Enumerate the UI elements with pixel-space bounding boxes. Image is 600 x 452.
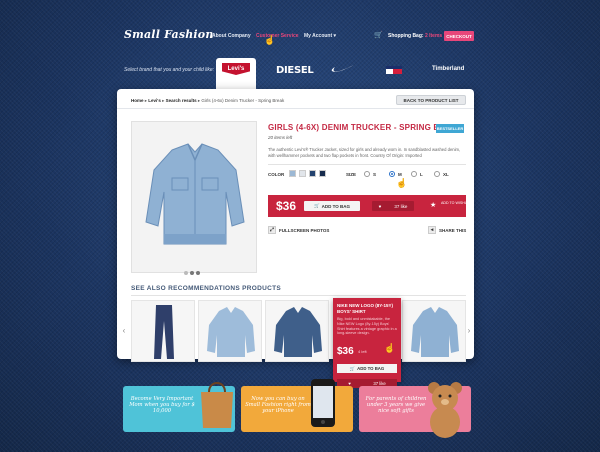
color-swatch-navy[interactable] — [319, 170, 326, 177]
popup-stock: 4 left — [358, 349, 367, 354]
product-price: $36 — [276, 199, 297, 213]
cart-label: Shopping Bag: — [388, 33, 424, 39]
popup-add-to-bag-button[interactable]: 🛒 ADD TO BAG — [337, 364, 397, 373]
add-to-wishlist[interactable]: ADD TO WISHLIST — [441, 201, 472, 205]
promo-text: Become Very Important Mom when you buy f… — [129, 396, 195, 414]
breadcrumb-results[interactable]: Search results — [166, 98, 197, 103]
teddy-bear-icon — [428, 382, 462, 438]
breadcrumb-home[interactable]: Home — [131, 98, 144, 103]
share-icon: ◂ — [428, 226, 436, 234]
color-swatch-blue[interactable] — [309, 170, 316, 177]
brand-diesel[interactable]: DIESEL — [276, 65, 314, 76]
nav-my-account-label: My Account — [304, 33, 333, 39]
jacket-image — [411, 307, 459, 357]
color-label: COLOR — [268, 172, 285, 177]
breadcrumb-current: Girls (4-6x) Denim Trucker - Spring Brea… — [201, 98, 285, 103]
divider — [131, 295, 466, 296]
jacket-image — [274, 307, 322, 357]
carousel-prev-icon[interactable]: ‹ — [120, 324, 128, 336]
shopping-bag-status[interactable]: Shopping Bag: 2 Items — [388, 33, 442, 39]
buy-bar — [268, 195, 466, 217]
size-radio-xl[interactable] — [434, 171, 440, 177]
like-count: 37 like — [394, 203, 408, 209]
bag-icon: 🛒 — [349, 365, 356, 371]
size-radio-l[interactable] — [411, 171, 417, 177]
nav-my-account[interactable]: My Account ▾ — [304, 33, 336, 39]
product-title: GIRLS (4-6X) DENIM TRUCKER - SPRING BREA… — [268, 123, 463, 132]
product-description: The authentic Levi's® Trucker Jacket, si… — [268, 147, 461, 158]
pager-dot-active[interactable] — [190, 271, 194, 275]
brand-prompt: Select brand that you and your child lik… — [124, 67, 215, 73]
color-swatch-light-blue[interactable] — [289, 170, 296, 177]
promo-text: For parents of children under 3 years we… — [365, 396, 427, 414]
popup-price: $36 — [337, 346, 354, 357]
iphone-icon — [311, 379, 335, 427]
fullscreen-label: FULLSCREEN PHOTOS — [279, 227, 330, 233]
recommendation-item[interactable] — [198, 300, 262, 362]
share-button[interactable]: ◂ SHARE THIS — [428, 226, 466, 234]
chevron-down-icon: ▾ — [333, 33, 337, 39]
recommendation-item[interactable] — [131, 300, 195, 362]
heart-icon: ♥ — [378, 203, 382, 209]
stock-count: 20 items left — [268, 135, 293, 140]
promo-text: Now you can buy on Small Fashion right f… — [245, 396, 311, 414]
color-swatch-white[interactable] — [299, 170, 306, 177]
hand-cursor-icon: ☝ — [264, 35, 276, 45]
hand-cursor-icon: ☝ — [384, 343, 396, 353]
cart-count: 2 Items — [424, 33, 443, 39]
brand-timberland[interactable]: Timberland — [432, 66, 464, 72]
star-icon[interactable]: ★ — [430, 201, 436, 209]
like-button[interactable]: ♥ 37 like — [372, 201, 414, 211]
bestseller-badge: BESTSELLER — [436, 124, 464, 133]
add-to-bag-button[interactable]: 🛒 ADD TO BAG — [304, 201, 360, 211]
jeans-image — [154, 305, 174, 359]
site-logo[interactable]: Small Fashion — [124, 28, 214, 41]
recommendations-title: SEE ALSO RECOMMENDATIONS PRODUCTS — [131, 285, 282, 292]
fullscreen-photos-button[interactable]: ⤢ FULLSCREEN PHOTOS — [268, 226, 329, 234]
add-to-bag-label: ADD TO BAG — [321, 203, 351, 209]
promo-iphone[interactable]: Now you can buy on Small Fashion right f… — [241, 386, 353, 432]
shopping-bag-icon — [201, 382, 233, 428]
pager-dot[interactable] — [184, 271, 188, 275]
cart-icon[interactable]: 🛒 — [374, 31, 383, 39]
pager-dot[interactable] — [196, 271, 200, 275]
share-label: SHARE THIS — [439, 227, 467, 233]
size-radio-m[interactable] — [389, 171, 395, 177]
recommendation-item[interactable] — [265, 300, 329, 362]
brand-nike-logo-icon[interactable] — [331, 64, 355, 74]
bag-icon: 🛒 — [313, 203, 320, 208]
jacket-image — [207, 307, 255, 357]
recommendation-item[interactable] — [402, 300, 466, 362]
product-image-frame[interactable] — [131, 121, 257, 273]
breadcrumb-brand[interactable]: Levi's — [148, 98, 161, 103]
popup-add-label: ADD TO BAG — [357, 366, 385, 371]
hand-cursor-icon: ☝ — [396, 178, 408, 188]
nav-about-company[interactable]: About Company — [212, 33, 251, 39]
divider — [268, 164, 466, 165]
popup-description: Big, bold and unmistakable, the Nike NEW… — [337, 317, 397, 336]
size-label-xl: XL — [443, 172, 449, 177]
size-label-s: S — [373, 172, 377, 177]
breadcrumb: Home ▸ Levi's ▸ Search results ▸ Girls (… — [131, 98, 285, 103]
checkout-button[interactable]: CHECKOUT — [444, 31, 474, 41]
size-label: SIZE — [346, 172, 357, 177]
brand-tommy-logo-icon[interactable] — [386, 66, 402, 74]
nav-customer-service[interactable]: Customer Service — [256, 33, 299, 39]
fullscreen-icon: ⤢ — [268, 226, 276, 234]
size-radio-s[interactable] — [364, 171, 370, 177]
size-label-m: M — [398, 172, 402, 177]
back-to-list-button[interactable]: BACK TO PRODUCT LIST — [396, 95, 466, 105]
popup-title: NIKE NEW LOGO (8Y-15Y) BOYS' SHIRT — [337, 303, 394, 314]
size-label-l: L — [420, 172, 423, 177]
image-pager[interactable] — [184, 262, 202, 280]
jacket-image — [145, 143, 245, 245]
